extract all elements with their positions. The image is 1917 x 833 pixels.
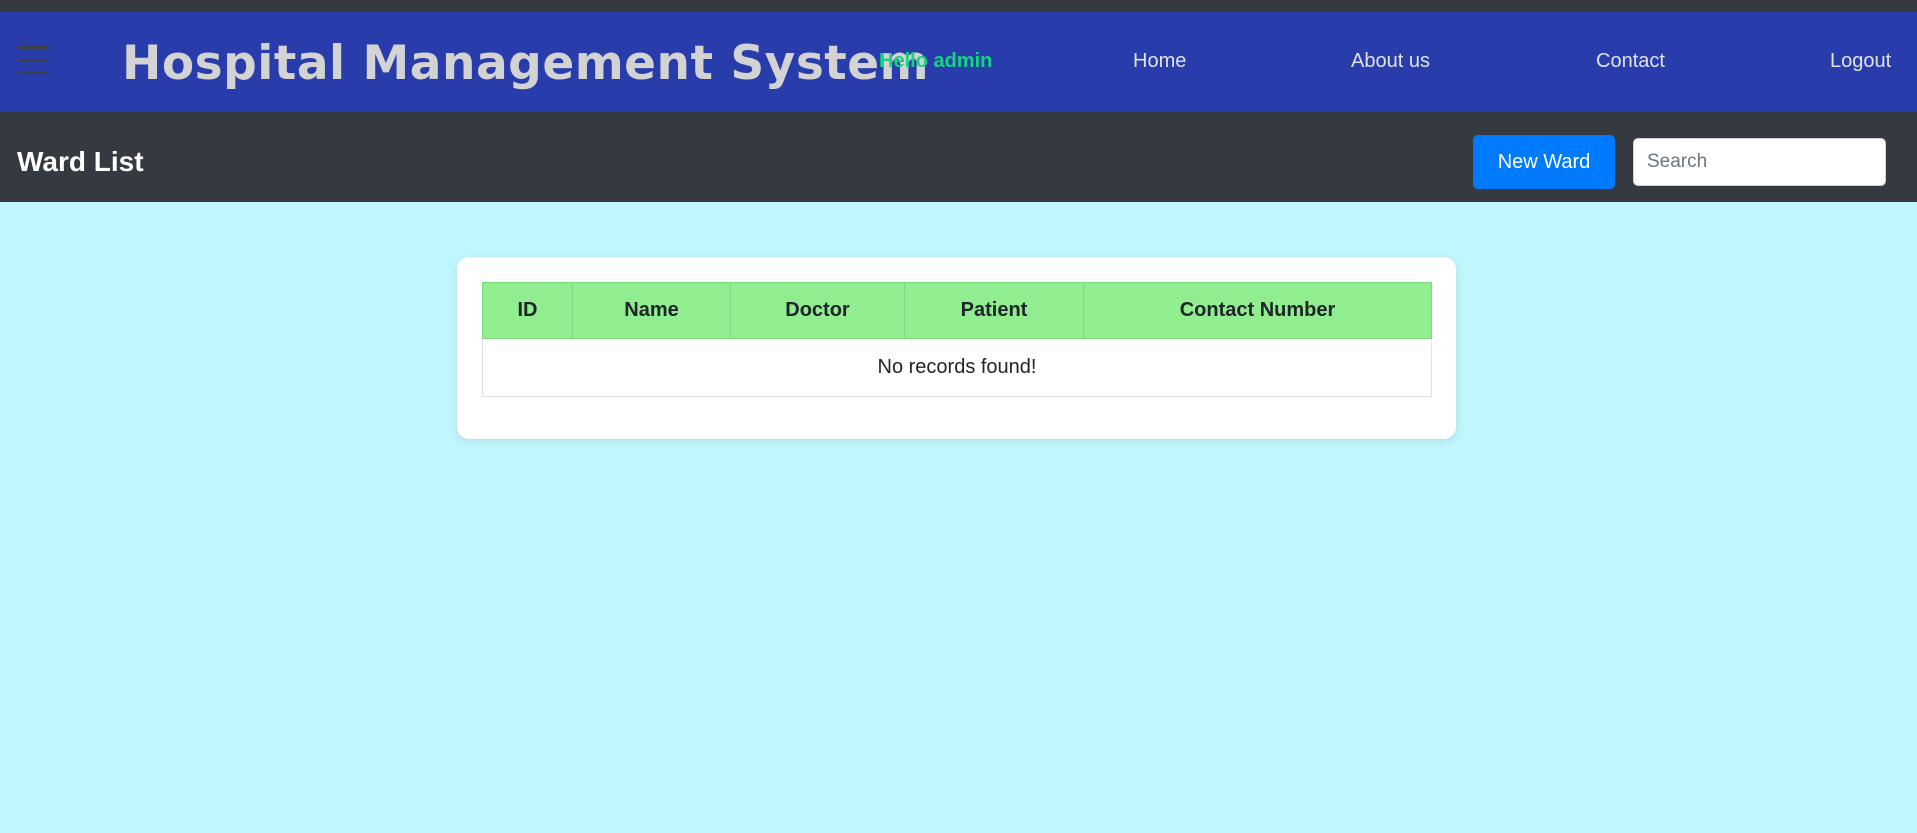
brand-title: Hospital Management System — [122, 36, 930, 91]
column-header-contact-number: Contact Number — [1083, 282, 1432, 339]
navbar: Hospital Management System Hello admin H… — [0, 12, 1917, 112]
nav-divider — [0, 112, 1917, 123]
nav-contact-link[interactable]: Contact — [1596, 50, 1665, 73]
search-input[interactable] — [1633, 138, 1886, 186]
table-header-row: ID Name Doctor Patient Contact Number — [482, 282, 1432, 339]
column-header-id: ID — [482, 282, 573, 339]
new-ward-button[interactable]: New Ward — [1473, 135, 1615, 189]
hamburger-menu-icon[interactable] — [18, 46, 48, 74]
nav-home-link[interactable]: Home — [1133, 50, 1186, 73]
column-header-patient: Patient — [904, 282, 1084, 339]
ward-table-card: ID Name Doctor Patient Contact Number No… — [457, 257, 1456, 439]
top-strip — [0, 0, 1917, 12]
empty-message: No records found! — [482, 338, 1432, 397]
page-title: Ward List — [17, 146, 144, 177]
nav-about-link[interactable]: About us — [1351, 50, 1430, 73]
column-header-doctor: Doctor — [730, 282, 905, 339]
ward-table: ID Name Doctor Patient Contact Number No… — [482, 282, 1432, 397]
column-header-name: Name — [572, 282, 731, 339]
nav-logout-link[interactable]: Logout — [1830, 50, 1891, 73]
greeting-text: Hello admin — [879, 50, 993, 72]
table-row: No records found! — [482, 338, 1432, 397]
page-header-bar: Ward List New Ward — [0, 123, 1917, 202]
